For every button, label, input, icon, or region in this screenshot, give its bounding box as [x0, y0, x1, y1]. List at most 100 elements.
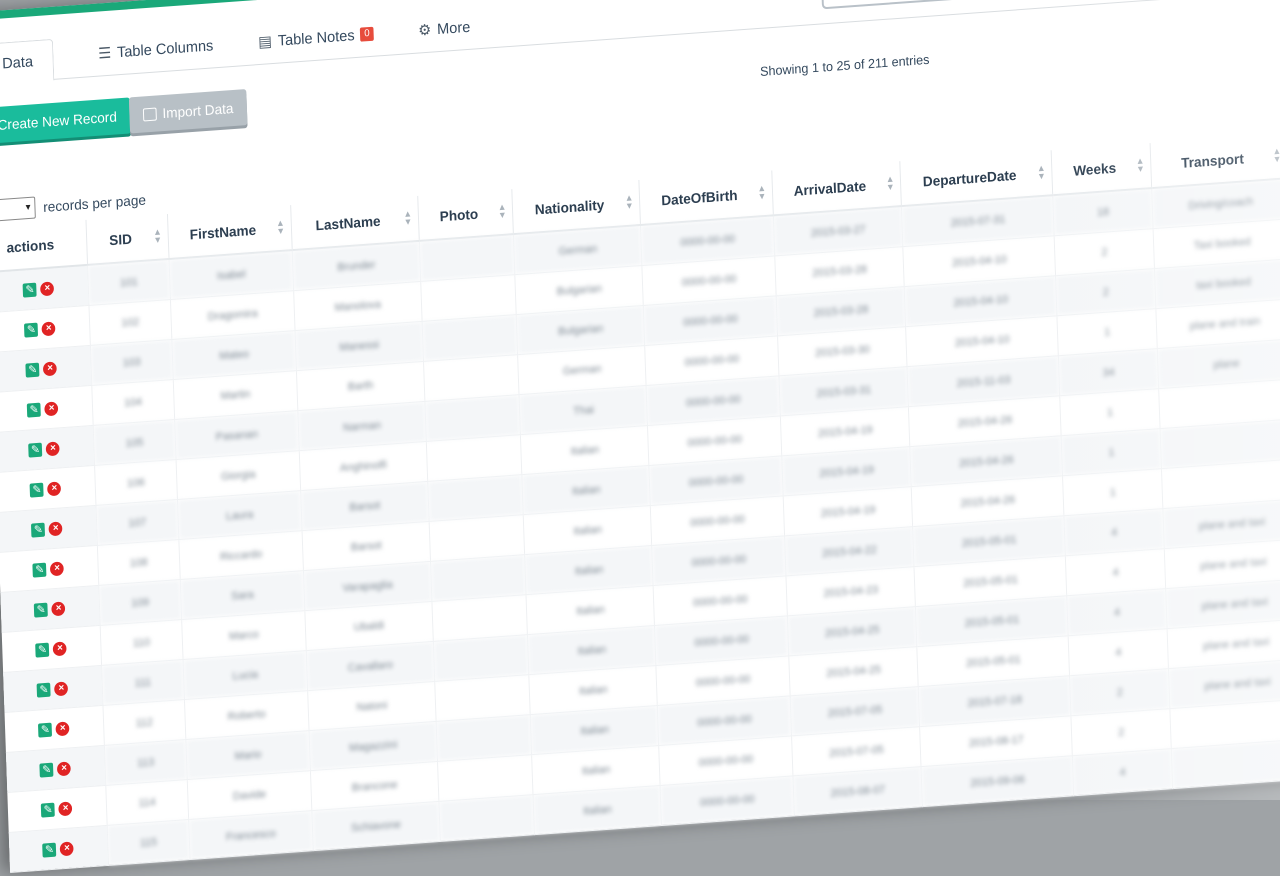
- edit-icon[interactable]: ✎: [27, 402, 42, 418]
- tab-label: Table Data: [0, 52, 34, 75]
- cell-firstname: Francesco: [188, 810, 314, 860]
- cell-photo: [426, 434, 523, 482]
- tab-label: More: [436, 18, 471, 38]
- cell-photo: [422, 314, 518, 362]
- column-header-label: ArrivalDate: [793, 177, 867, 199]
- sort-icon[interactable]: ▲ ▼: [1037, 163, 1046, 182]
- cell-sid: 111: [101, 659, 185, 706]
- delete-icon[interactable]: ×: [59, 840, 75, 856]
- cell-nationality: Italian: [533, 785, 662, 835]
- list-icon: ☰: [97, 44, 112, 63]
- sort-icon[interactable]: ▲ ▼: [886, 174, 895, 193]
- column-header-label: Photo: [439, 205, 479, 225]
- sort-icon[interactable]: ▲ ▼: [1136, 156, 1145, 175]
- cell-photo: [433, 634, 530, 682]
- column-header-actions[interactable]: actions: [0, 219, 88, 272]
- delete-icon[interactable]: ×: [47, 480, 62, 496]
- edit-icon[interactable]: ✎: [22, 282, 37, 298]
- edit-icon[interactable]: ✎: [24, 322, 39, 338]
- column-header-label: Transport: [1180, 150, 1245, 171]
- edit-icon[interactable]: ✎: [32, 562, 47, 578]
- delete-icon[interactable]: ×: [52, 640, 68, 656]
- edit-icon[interactable]: ✎: [34, 602, 49, 618]
- sort-icon[interactable]: ▲ ▼: [403, 208, 412, 227]
- delete-icon[interactable]: ×: [51, 600, 66, 616]
- sort-icon[interactable]: ▲ ▼: [757, 183, 766, 202]
- delete-icon[interactable]: ×: [44, 400, 59, 416]
- sort-icon[interactable]: ▲ ▼: [1272, 146, 1280, 165]
- sort-icon[interactable]: ▲ ▼: [498, 202, 507, 221]
- gear-icon: ⚙: [417, 21, 432, 40]
- cell-photo: [437, 754, 534, 802]
- cell-sid: 103: [90, 339, 174, 386]
- delete-icon[interactable]: ×: [43, 360, 58, 376]
- delete-icon[interactable]: ×: [57, 760, 72, 776]
- sort-icon[interactable]: ▲ ▼: [153, 226, 162, 245]
- delete-icon[interactable]: ×: [48, 520, 63, 536]
- column-header-label: DepartureDate: [922, 166, 1017, 190]
- edit-icon[interactable]: ✎: [35, 642, 50, 658]
- delete-icon[interactable]: ×: [54, 680, 69, 696]
- import-icon: [142, 107, 157, 122]
- column-header-label: actions: [6, 236, 55, 256]
- cell-arrivaldate: 2015-08-07: [792, 766, 923, 816]
- cell-photo: [431, 594, 528, 642]
- cell-photo: [424, 394, 521, 442]
- edit-icon[interactable]: ✎: [31, 522, 46, 538]
- edit-icon[interactable]: ✎: [39, 762, 54, 778]
- column-header-label: Weeks: [1073, 159, 1117, 179]
- edit-icon[interactable]: ✎: [36, 682, 51, 698]
- cell-weeks: 4: [1072, 748, 1173, 796]
- edit-icon[interactable]: ✎: [25, 362, 40, 378]
- column-header-sid[interactable]: SID ▲ ▼: [85, 214, 170, 265]
- import-button-label: Import Data: [162, 100, 234, 122]
- cell-sid: 107: [95, 499, 179, 546]
- column-header-label: Nationality: [534, 196, 605, 218]
- tab-more[interactable]: ⚙ More: [417, 5, 471, 53]
- tab-label: Table Notes: [277, 26, 355, 50]
- cell-photo: [423, 354, 520, 402]
- entries-summary: Showing 1 to 25 of 211 entries: [759, 51, 930, 79]
- sort-icon[interactable]: ▲ ▼: [276, 218, 285, 237]
- cell-photo: [429, 514, 525, 562]
- tab-table-data[interactable]: Table Data: [0, 38, 55, 89]
- delete-icon[interactable]: ×: [45, 440, 61, 456]
- per-page-label: records per page: [42, 191, 147, 215]
- cell-sid: 102: [88, 299, 172, 346]
- delete-icon[interactable]: ×: [55, 720, 70, 736]
- cell-photo: [427, 474, 524, 522]
- column-header-label: LastName: [315, 212, 381, 234]
- tab-table-columns[interactable]: ☰ Table Columns: [97, 23, 214, 75]
- app-viewport: Table Data ☰ Table Columns ▤ Table Notes…: [0, 0, 1280, 873]
- per-page-select[interactable]: ▾: [0, 196, 36, 222]
- row-actions: ✎ ×: [7, 785, 107, 833]
- edit-icon[interactable]: ✎: [38, 722, 53, 738]
- cell-sid: 105: [92, 419, 177, 466]
- edit-icon[interactable]: ✎: [28, 442, 43, 458]
- column-header-photo[interactable]: Photo ▲ ▼: [417, 189, 514, 241]
- column-header-label: SID: [108, 230, 133, 249]
- create-new-record-button[interactable]: Create New Record: [0, 97, 132, 144]
- cell-photo: [420, 274, 517, 322]
- sort-icon[interactable]: ▲ ▼: [625, 192, 634, 211]
- delete-icon[interactable]: ×: [50, 560, 65, 576]
- cell-weeks: 18: [1052, 188, 1154, 236]
- import-data-button[interactable]: Import Data: [128, 89, 248, 134]
- delete-icon[interactable]: ×: [41, 320, 56, 336]
- column-header-label: DateOfBirth: [661, 186, 738, 209]
- cell-sid: 115: [106, 819, 191, 866]
- cell-lastname: Schiavone: [311, 801, 441, 851]
- tab-label: Table Columns: [116, 36, 214, 61]
- tab-table-notes[interactable]: ▤ Table Notes 0: [257, 12, 374, 64]
- row-actions: ✎ ×: [8, 825, 109, 873]
- edit-icon[interactable]: ✎: [42, 842, 57, 858]
- edit-icon[interactable]: ✎: [29, 482, 44, 498]
- edit-icon[interactable]: ✎: [41, 802, 56, 818]
- cell-dateofbirth: 0000-00-00: [660, 775, 795, 826]
- cell-sid: 114: [105, 779, 189, 826]
- cell-photo: [419, 234, 516, 282]
- row-actions: ✎ ×: [4, 705, 105, 753]
- delete-icon[interactable]: ×: [58, 800, 73, 816]
- column-header-weeks[interactable]: Weeks ▲ ▼: [1051, 143, 1152, 196]
- delete-icon[interactable]: ×: [40, 280, 55, 296]
